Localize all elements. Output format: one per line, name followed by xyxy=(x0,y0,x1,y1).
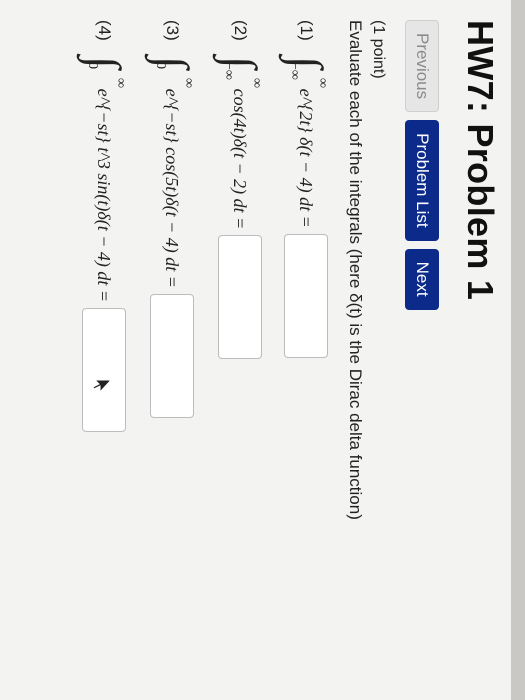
part-label: (3) xyxy=(163,20,182,41)
answer-input-4[interactable] xyxy=(82,307,126,432)
problem-list-button[interactable]: Problem List xyxy=(405,120,439,241)
problem-part-3: (3) ∫ ∞ 0 e^{−st} cos(5t)δ(t − 4) dt = xyxy=(147,20,198,418)
lower-limit: 0 xyxy=(153,62,168,69)
lower-limit: 0 xyxy=(85,62,100,69)
mouse-cursor-icon xyxy=(92,379,113,394)
upper-limit: ∞ xyxy=(113,78,128,88)
answer-input-2[interactable] xyxy=(218,235,262,360)
screen-edge xyxy=(511,0,525,700)
previous-button[interactable]: Previous xyxy=(405,20,439,113)
integrand: e^{−st} t^3 sin(t)δ(t − 4) dt = xyxy=(94,88,115,302)
problem-part-4: (4) ∫ ∞ 0 e^{−st} t^3 sin(t)δ(t − 4) dt … xyxy=(79,20,130,432)
next-button[interactable]: Next xyxy=(405,248,439,310)
integral-sign: ∫ ∞ 0 xyxy=(147,56,198,88)
webwork-page: HW7: Problem 1 Previous Problem List Nex… xyxy=(0,0,525,700)
problem-nav: Previous Problem List Next xyxy=(405,20,439,310)
integral-sign: ∫ ∞ −∞ xyxy=(215,56,266,88)
upper-limit: ∞ xyxy=(181,78,196,88)
page-title: HW7: Problem 1 xyxy=(460,20,501,301)
problem-instruction: Evaluate each of the integrals (here δ(t… xyxy=(346,20,365,520)
lower-limit: −∞ xyxy=(221,62,236,80)
integral-sign: ∫ ∞ −∞ xyxy=(281,56,332,88)
answer-input-1[interactable] xyxy=(284,233,328,358)
part-label: (4) xyxy=(95,20,114,41)
problem-part-2: (2) ∫ ∞ −∞ cos(4t)δ(t − 2) dt = xyxy=(215,20,266,360)
integral-sign: ∫ ∞ 0 xyxy=(79,56,130,88)
integrand: e^{2t} δ(t − 4) dt = xyxy=(296,88,317,228)
answer-input-3[interactable] xyxy=(150,293,194,418)
problem-points: (1 point) xyxy=(370,20,387,79)
integrand: cos(4t)δ(t − 2) dt = xyxy=(230,88,251,230)
problem-part-1: (1) ∫ ∞ −∞ e^{2t} δ(t − 4) dt = xyxy=(281,20,332,358)
part-label: (1) xyxy=(297,20,316,41)
part-label: (2) xyxy=(231,20,250,41)
integrand: e^{−st} cos(5t)δ(t − 4) dt = xyxy=(162,88,183,288)
